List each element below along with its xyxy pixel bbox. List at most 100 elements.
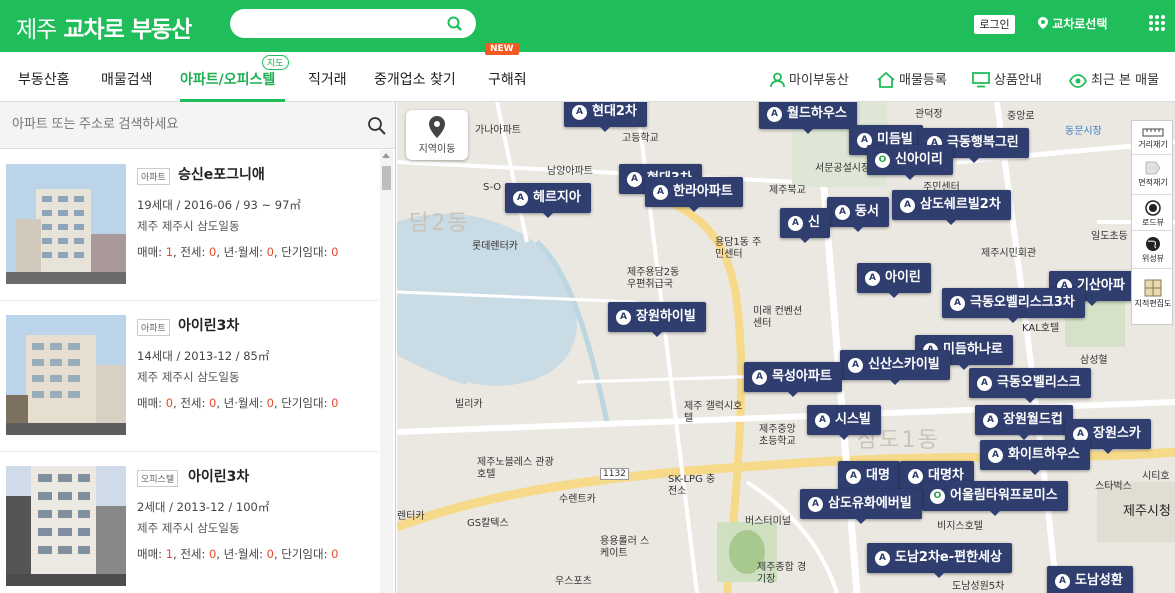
apartment-pin[interactable]: A 아이린 — [857, 263, 931, 298]
search-icon[interactable] — [446, 15, 464, 33]
poi-label: 가나아파트 — [475, 125, 521, 136]
property-type-tag: 오피스텔 — [137, 470, 179, 487]
listing-scrollbar[interactable] — [380, 150, 393, 593]
poi-label: 미래 컨벤션센터 — [753, 306, 803, 329]
region-select[interactable]: 교차로선택 — [1038, 15, 1107, 32]
apartment-pin[interactable]: A 시스빌 — [807, 405, 881, 440]
map-view[interactable]: 담2동 삼도1동 관덕정 중앙로 동문시장 가나아파트 고등학교 남양아파트 S… — [397, 102, 1175, 593]
apartment-pin[interactable]: A신 — [780, 208, 830, 243]
map-marker-icon — [429, 116, 445, 138]
poi-label: 렌터카 — [397, 511, 425, 522]
satellite-view-tool[interactable]: 위성뷰 — [1132, 231, 1174, 269]
my-realestate-link[interactable]: 마이부동산 — [770, 69, 849, 88]
poi-label: KAL호텔 — [1022, 323, 1060, 334]
nav-agency-find[interactable]: 중개업소 찾기 — [374, 69, 456, 89]
apartment-pin[interactable]: A 월드하우스 — [759, 102, 857, 134]
poi-label: 스타벅스 — [1095, 481, 1132, 492]
apartment-pin[interactable]: A 한라아파트 — [645, 177, 743, 212]
apartment-pin[interactable]: A 장원월드컵 — [975, 405, 1073, 440]
property-address: 제주 제주시 삼도일동 — [137, 219, 240, 233]
apartment-pin[interactable]: A 헤르지아 — [505, 183, 591, 218]
apartment-pin[interactable]: A 도남2차e-편한세상 — [867, 543, 1012, 578]
location-pin-icon — [1038, 17, 1048, 29]
apartment-pin[interactable]: A 삼도유화에버빌 — [800, 489, 922, 524]
area-icon — [1145, 161, 1161, 175]
listing-photo — [6, 164, 126, 284]
poi-label: 제주시민회관 — [981, 248, 1037, 259]
listing-search — [0, 102, 395, 149]
property-name[interactable]: 승신e포그니애 — [178, 164, 265, 184]
property-info: 2세대 / 2013-12 / 100㎡ — [137, 500, 270, 514]
my-realestate-label: 마이부동산 — [789, 73, 849, 88]
apartment-pin[interactable]: A 도남성환 — [1047, 566, 1133, 593]
new-badge: NEW — [485, 43, 519, 55]
property-deal-counts: 매매: 0, 전세: 0, 년·월세: 0, 단기임대: 0 — [137, 396, 339, 410]
apartment-pin[interactable]: A 동서 — [827, 197, 889, 232]
apartment-pin[interactable]: A 대명 — [838, 461, 900, 496]
property-name[interactable]: 아이린3차 — [188, 466, 249, 486]
officetel-pin[interactable]: O 어울림타워프로미스 — [922, 481, 1068, 516]
apartment-pin[interactable]: A 극동오벨리스크3차 — [942, 288, 1085, 323]
scroll-thumb[interactable] — [382, 166, 391, 190]
poi-label: 우스포츠 — [555, 576, 592, 587]
poi-label: 제주노블레스 관광호텔 — [477, 457, 554, 480]
scroll-up-arrow-icon[interactable] — [382, 153, 390, 158]
cadastral-map-tool[interactable]: 지적편집도 — [1132, 269, 1174, 326]
listing-card[interactable]: 오피스텔 아이린3차 2세대 / 2013-12 / 100㎡ 제주 제주시 삼… — [0, 452, 378, 593]
roadview-tool[interactable]: 로드뷰 — [1132, 195, 1174, 231]
header-search-input[interactable] — [242, 13, 432, 34]
apartment-pin[interactable]: A 장원하이빌 — [608, 302, 706, 337]
apartment-pin[interactable]: A 현대2차 — [564, 102, 647, 132]
listing-card[interactable]: 아파트 아이린3차 14세대 / 2013-12 / 85㎡ 제주 제주시 삼도… — [0, 301, 378, 452]
poi-label: 남양아파트 — [547, 166, 593, 177]
roadview-icon — [1145, 200, 1161, 216]
officetel-pin[interactable]: O 신아이리 — [867, 145, 953, 180]
distance-measure-tool[interactable]: 거리재기 — [1132, 121, 1174, 155]
nav-apartment[interactable]: 아파트/오피스텔 — [180, 69, 275, 89]
property-type-tag: 아파트 — [137, 319, 170, 336]
apartment-pin[interactable]: A 극동오벨리스크 — [969, 368, 1091, 403]
globe-icon — [1146, 237, 1160, 251]
property-info: 14세대 / 2013-12 / 85㎡ — [137, 349, 270, 363]
listing-search-input[interactable] — [12, 116, 342, 131]
nav-direct-deal[interactable]: 직거래 — [308, 69, 347, 89]
register-listing-link[interactable]: 매물등록 — [877, 69, 947, 88]
region-move-button[interactable]: 지역이동 — [406, 110, 468, 160]
poi-label: 도남성원5차 — [952, 581, 1005, 592]
apartment-pin[interactable]: A 신산스카이빌 — [840, 350, 950, 385]
logo-main: 교차로 부동산 — [63, 17, 192, 43]
recent-viewed-link[interactable]: 최근 본 매물 — [1068, 69, 1160, 88]
poi-label: SK-LPG 충전소 — [668, 474, 716, 497]
district-label: 담2동 — [409, 211, 470, 236]
property-name[interactable]: 아이린3차 — [178, 315, 239, 335]
register-listing-label: 매물등록 — [899, 73, 947, 88]
login-button[interactable]: 로그인 — [974, 15, 1015, 34]
poi-label: 제주종합 경기장 — [757, 562, 807, 585]
app-grid-icon[interactable] — [1148, 14, 1166, 32]
area-measure-tool[interactable]: 면적재기 — [1132, 155, 1174, 195]
nav-property-search[interactable]: 매물검색 — [101, 69, 153, 89]
poi-label: 고등학교 — [622, 133, 659, 144]
poi-label: 서문공설시장 — [815, 163, 871, 174]
eye-icon — [1068, 74, 1088, 88]
site-logo[interactable]: 제주 교차로 부동산 — [16, 10, 192, 44]
poi-label: 제주중앙 초등학교 — [759, 424, 796, 447]
poi-label: 롯데렌터카 — [472, 241, 518, 252]
apartment-pin[interactable]: A 목성아파트 — [744, 362, 842, 397]
apartment-pin[interactable]: A 화이트하우스 — [980, 440, 1090, 475]
region-label: 교차로선택 — [1052, 17, 1108, 31]
recent-viewed-label: 최근 본 매물 — [1091, 73, 1160, 88]
nav-request[interactable]: 구해줘 — [488, 69, 527, 89]
product-info-link[interactable]: 상품안내 — [972, 69, 1042, 88]
poi-label: 제주용담2동 우편취급국 — [627, 267, 680, 290]
poi-label: 제주 갤럭시호텔 — [684, 401, 743, 424]
poi-label: 관덕정 — [915, 109, 943, 120]
listing-card[interactable]: 아파트 승신e포그니애 19세대 / 2016-06 / 93 ~ 97㎡ 제주… — [0, 150, 378, 301]
apartment-pin[interactable]: A 삼도쉐르빌2차 — [892, 190, 1011, 225]
poi-label: 시티호 — [1142, 471, 1170, 482]
header-search[interactable] — [230, 9, 476, 38]
nav-home[interactable]: 부동산홈 — [18, 69, 70, 89]
region-move-label: 지역이동 — [418, 144, 456, 155]
poi-label: 수렌트카 — [559, 494, 596, 505]
search-icon[interactable] — [367, 116, 387, 136]
